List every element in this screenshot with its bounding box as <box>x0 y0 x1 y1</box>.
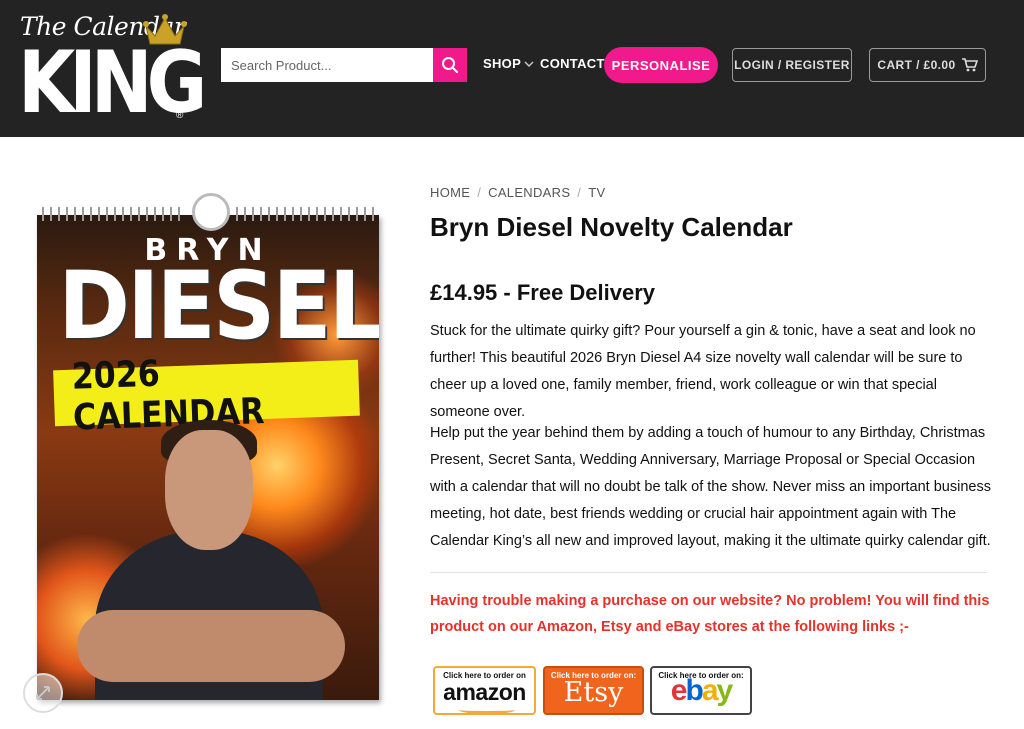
search-icon <box>442 57 458 73</box>
nav-contact[interactable]: CONTACT <box>540 56 605 71</box>
site-logo[interactable]: The Calendar KING ® <box>18 12 207 126</box>
person-arms <box>77 610 345 682</box>
calendar-year-banner: 2026 CALENDAR <box>53 354 360 439</box>
amazon-store-button[interactable]: Click here to order on amazon <box>433 666 536 715</box>
cart-label: CART / £0.00 <box>877 58 956 72</box>
cart-icon <box>961 58 978 72</box>
logo-big-text: KING <box>18 33 207 133</box>
product-image[interactable]: BRYN DIESEL 2026 CALENDAR <box>37 193 379 700</box>
search-input[interactable] <box>221 48 433 82</box>
site-header: The Calendar KING ® SHOP CONTACT PERSONA… <box>0 0 1024 137</box>
search-bar <box>221 48 467 82</box>
product-title: Bryn Diesel Novelty Calendar <box>430 212 793 242</box>
search-button[interactable] <box>433 48 467 82</box>
etsy-store-button[interactable]: Click here to order on: Etsy <box>543 666 644 715</box>
breadcrumb-calendars[interactable]: CALENDARS <box>488 185 570 200</box>
person-head <box>165 430 253 550</box>
personalise-button[interactable]: PERSONALISE <box>604 47 718 83</box>
cart-button[interactable]: CART / £0.00 <box>869 48 986 82</box>
purchase-help-notice: Having trouble making a purchase on our … <box>430 593 990 635</box>
divider <box>430 572 987 573</box>
zoom-icon[interactable] <box>23 673 63 713</box>
calendar-hanger <box>192 193 230 231</box>
product-price: £14.95 - Free Delivery <box>430 280 656 305</box>
nav-shop[interactable]: SHOP <box>483 56 534 71</box>
ebay-logo: ebay <box>670 674 733 707</box>
breadcrumb-tv[interactable]: TV <box>588 185 605 200</box>
amazon-logo: amazon <box>443 679 526 705</box>
login-register-button[interactable]: LOGIN / REGISTER <box>732 48 852 82</box>
calendar-name-last: DIESEL <box>58 252 379 361</box>
ebay-store-button[interactable]: Click here to order on: ebay <box>650 666 752 715</box>
breadcrumb-home[interactable]: HOME <box>430 185 470 200</box>
breadcrumb: HOME / CALENDARS / TV <box>430 185 606 200</box>
etsy-logo: Etsy <box>563 677 624 708</box>
amazon-smile-icon <box>459 706 515 714</box>
calendar-cover: BRYN DIESEL 2026 CALENDAR <box>37 215 379 700</box>
chevron-down-icon <box>524 61 534 67</box>
product-description-1: Stuck for the ultimate quirky gift? Pour… <box>430 323 976 420</box>
nav-shop-label: SHOP <box>483 56 522 71</box>
expand-icon <box>36 686 50 700</box>
product-description-2: Help put the year behind them by adding … <box>430 425 991 549</box>
logo-registered: ® <box>176 110 184 121</box>
